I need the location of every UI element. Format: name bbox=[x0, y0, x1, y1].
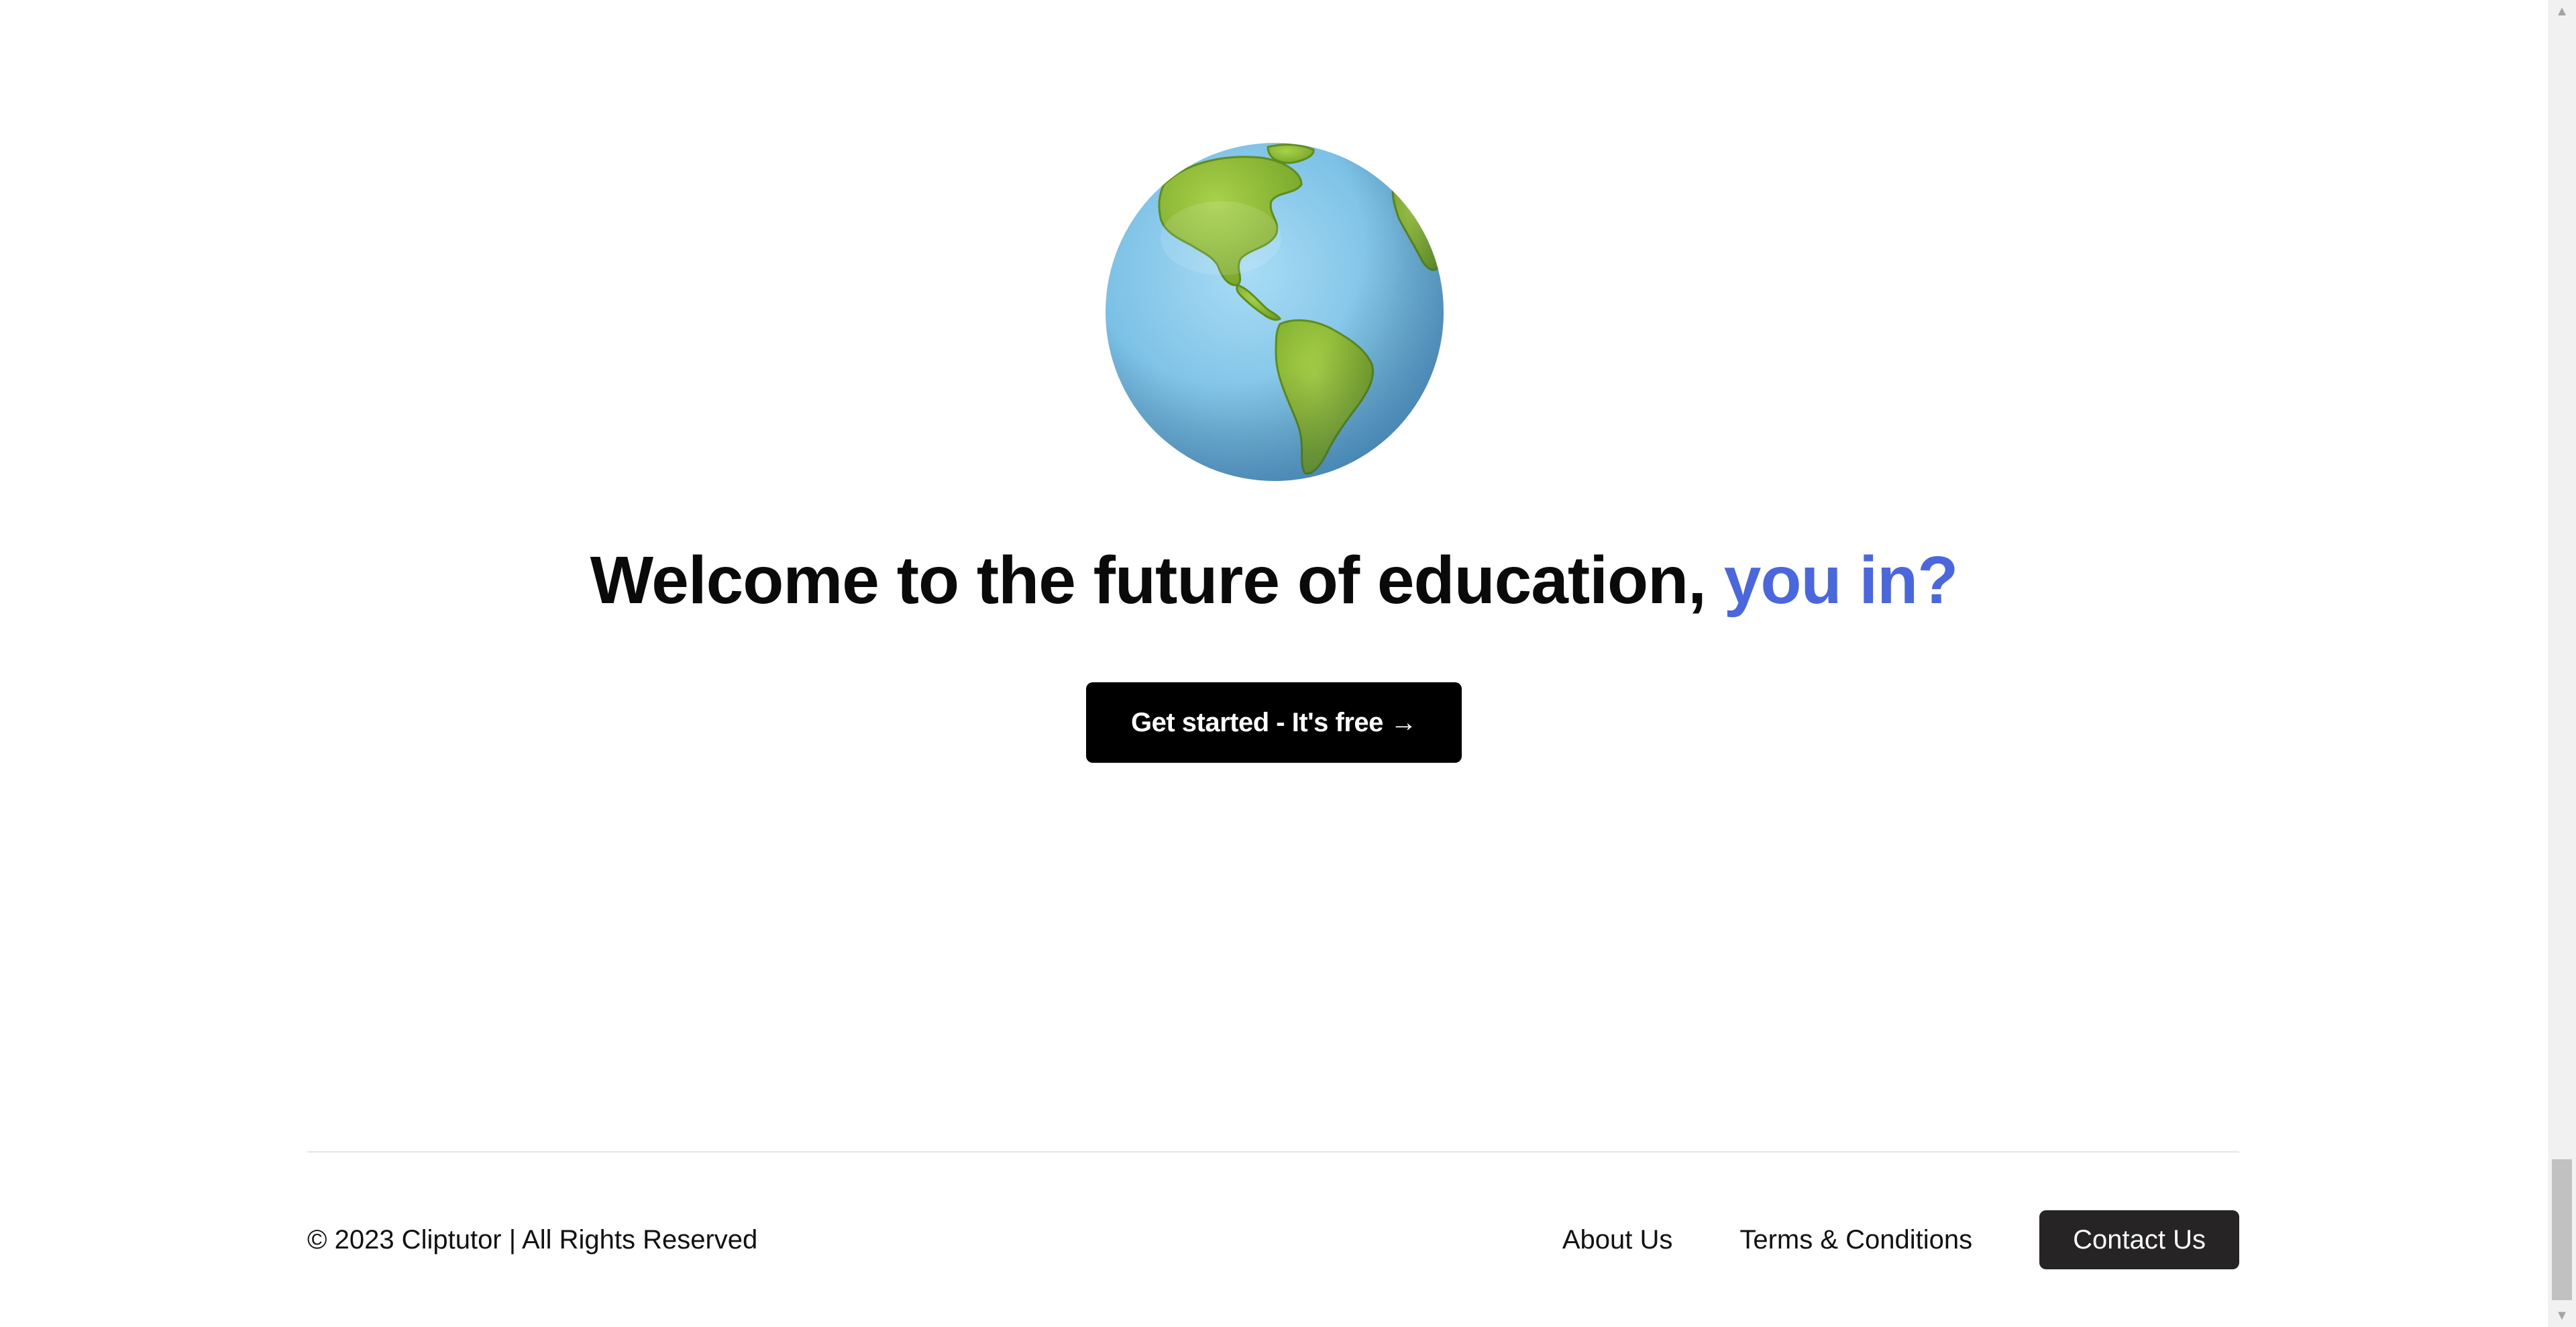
about-us-link[interactable]: About Us bbox=[1562, 1225, 1673, 1255]
get-started-button[interactable]: Get started - It's free → bbox=[1086, 682, 1462, 763]
scroll-down-icon[interactable]: ▼ bbox=[2548, 1304, 2576, 1327]
terms-conditions-link[interactable]: Terms & Conditions bbox=[1739, 1225, 1972, 1255]
footer-divider bbox=[307, 1151, 2239, 1153]
vertical-scrollbar[interactable]: ▲ ▼ bbox=[2548, 0, 2576, 1327]
page: Welcome to the future of education, you … bbox=[0, 0, 2576, 1327]
page-title: Welcome to the future of education, you … bbox=[0, 543, 2548, 617]
scrollbar-thumb[interactable] bbox=[2552, 1159, 2572, 1300]
footer-copyright: © 2023 Cliptutor | All Rights Reserved bbox=[307, 1225, 758, 1255]
contact-us-button[interactable]: Contact Us bbox=[2039, 1210, 2239, 1269]
headline-main: Welcome to the future of education, bbox=[590, 543, 1707, 618]
footer-nav: About Us Terms & Conditions Contact Us bbox=[1562, 1210, 2239, 1269]
globe-icon bbox=[1100, 138, 1449, 486]
main-content: Welcome to the future of education, you … bbox=[0, 0, 2548, 1327]
scroll-up-icon[interactable]: ▲ bbox=[2548, 0, 2576, 23]
headline-accent: you in? bbox=[1723, 543, 1959, 618]
